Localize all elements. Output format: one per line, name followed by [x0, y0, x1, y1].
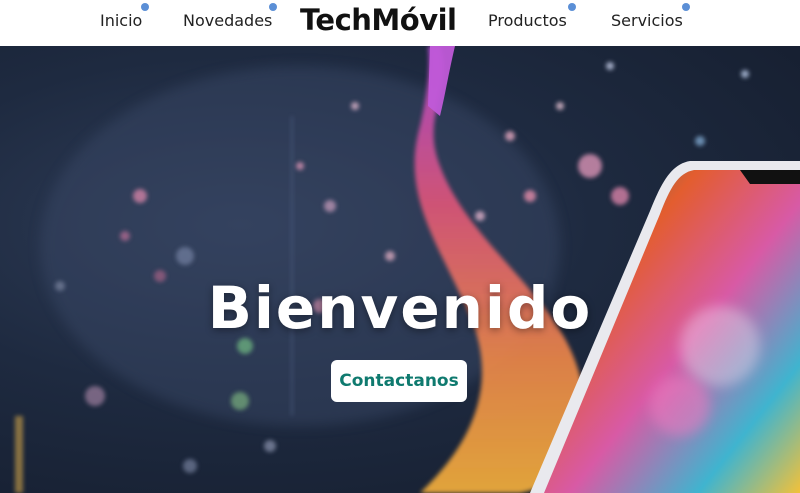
nav-indicator-dot [682, 3, 690, 11]
hero-title: Bienvenido [207, 274, 593, 342]
nav-link-novedades[interactable]: Novedades [183, 11, 272, 30]
nav-link-productos[interactable]: Productos [488, 11, 567, 30]
contact-button[interactable]: Contactanos [331, 360, 467, 402]
hero-background-image [15, 46, 800, 493]
brand-logo[interactable]: TechMóvil [300, 3, 457, 37]
nav-link-servicios[interactable]: Servicios [611, 11, 683, 30]
nav-indicator-dot [568, 3, 576, 11]
nav-indicator-dot [141, 3, 149, 11]
nav-link-inicio[interactable]: Inicio [100, 11, 142, 30]
hero-banner: Bienvenido Contactanos [0, 46, 800, 493]
top-navbar: Inicio Novedades TechMóvil Productos Ser… [0, 0, 800, 46]
nav-indicator-dot [269, 3, 277, 11]
